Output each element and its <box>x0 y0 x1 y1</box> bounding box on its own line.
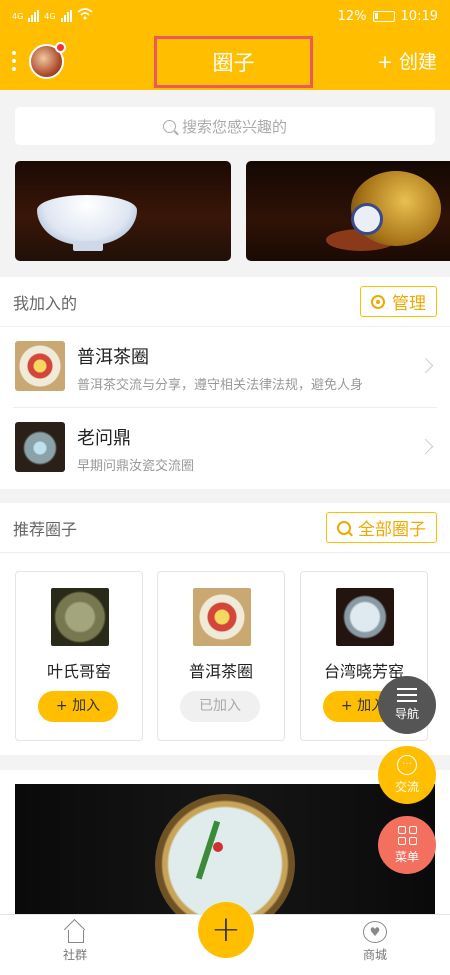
chevron-right-icon <box>417 357 434 374</box>
tab-mall[interactable]: ♥ 商城 <box>345 921 405 963</box>
network-type-1: 4G <box>12 11 24 21</box>
chevron-right-icon <box>417 438 434 455</box>
home-icon <box>64 921 86 943</box>
add-post-button[interactable]: + <box>198 902 254 958</box>
recommend-header: 推荐圈子 全部圈子 <box>0 503 450 553</box>
list-item[interactable]: 老问鼎 早期问鼎汝瓷交流圈 <box>13 408 437 489</box>
circle-name: 普洱茶圈 <box>188 662 253 681</box>
joined-header: 我加入的 管理 <box>0 277 450 327</box>
circle-thumbnail <box>51 588 109 646</box>
network-type-2: 4G <box>44 11 56 21</box>
top-bar: 圈子 + 创建 <box>0 32 450 90</box>
gear-icon <box>371 294 385 309</box>
chat-fab-button[interactable]: ··· 交流 <box>378 746 436 804</box>
section-title: 推荐圈子 <box>13 519 78 539</box>
circle-name: 老问鼎 <box>77 428 131 449</box>
plate-image <box>15 784 435 915</box>
battery-percent: 12% <box>337 8 367 24</box>
banner-golden-jar[interactable] <box>246 161 450 261</box>
chat-fab-label: 交流 <box>394 780 419 794</box>
nav-fab-button[interactable]: 导航 <box>378 676 436 734</box>
status-bar: 4G 4G 12% 10:19 <box>0 0 450 32</box>
circle-thumbnail <box>15 341 65 391</box>
circle-name: 普洱茶圈 <box>77 347 149 368</box>
manage-button[interactable]: 管理 <box>360 286 437 317</box>
grid-icon <box>397 825 417 845</box>
joined-circles-section: 我加入的 管理 普洱茶圈 普洱茶交流与分享，遵守相关法律法规，避免人身 老问鼎 … <box>0 277 450 489</box>
search-input[interactable]: 搜索您感兴趣的 <box>15 107 435 145</box>
wifi-icon <box>77 8 93 24</box>
battery-icon <box>372 10 395 22</box>
circle-name: 叶氏哥窑 <box>46 662 111 681</box>
tab-community[interactable]: 社群 <box>45 921 105 963</box>
circle-description: 普洱茶交流与分享，遵守相关法律法规，避免人身 <box>77 378 364 393</box>
chat-bubble-icon: ··· <box>397 755 417 775</box>
all-circles-button[interactable]: 全部圈子 <box>326 512 437 543</box>
clock: 10:19 <box>400 8 438 24</box>
tab-label: 商城 <box>362 948 387 962</box>
signal-icon-2 <box>60 10 72 22</box>
banner-porcelain-bowl[interactable] <box>15 161 231 261</box>
create-button[interactable]: + 创建 <box>377 47 437 74</box>
all-circles-label: 全部圈子 <box>358 520 426 540</box>
join-button[interactable]: + 加入 <box>38 691 118 722</box>
circle-card[interactable]: 普洱茶圈 已加入 <box>157 571 285 741</box>
menu-lines-icon <box>397 688 417 702</box>
jar-foot-mark <box>351 203 383 235</box>
plate-flower <box>213 842 223 852</box>
signal-indicators: 4G 4G <box>12 8 93 24</box>
circle-card[interactable]: 叶氏哥窑 + 加入 <box>15 571 143 741</box>
avatar[interactable] <box>29 42 66 79</box>
manage-label: 管理 <box>392 294 426 314</box>
search-icon <box>337 520 351 535</box>
section-title: 我加入的 <box>13 293 78 313</box>
signal-icon <box>28 10 40 22</box>
search-placeholder: 搜索您感兴趣的 <box>181 117 287 136</box>
plate <box>155 794 295 915</box>
search-icon <box>162 119 176 133</box>
menu-fab-label: 菜单 <box>394 849 419 864</box>
joined-button[interactable]: 已加入 <box>180 691 260 722</box>
circle-thumbnail <box>193 588 251 646</box>
search-area: 搜索您感兴趣的 <box>0 90 450 162</box>
circle-thumbnail <box>336 588 394 646</box>
notification-dot <box>55 42 66 53</box>
more-icon[interactable] <box>12 51 18 71</box>
nav-fab-label: 导航 <box>394 707 419 721</box>
menu-fab-button[interactable]: 菜单 <box>378 816 436 874</box>
bowl-image <box>37 195 137 245</box>
circle-thumbnail <box>15 422 65 472</box>
page-title: 圈子 <box>154 36 313 88</box>
tab-label: 社群 <box>62 948 87 962</box>
heart-chat-icon: ♥ <box>363 921 387 943</box>
list-item[interactable]: 普洱茶圈 普洱茶交流与分享，遵守相关法律法规，避免人身 <box>13 327 437 408</box>
bowl-base <box>73 241 103 251</box>
circle-description: 早期问鼎汝瓷交流圈 <box>77 459 195 474</box>
